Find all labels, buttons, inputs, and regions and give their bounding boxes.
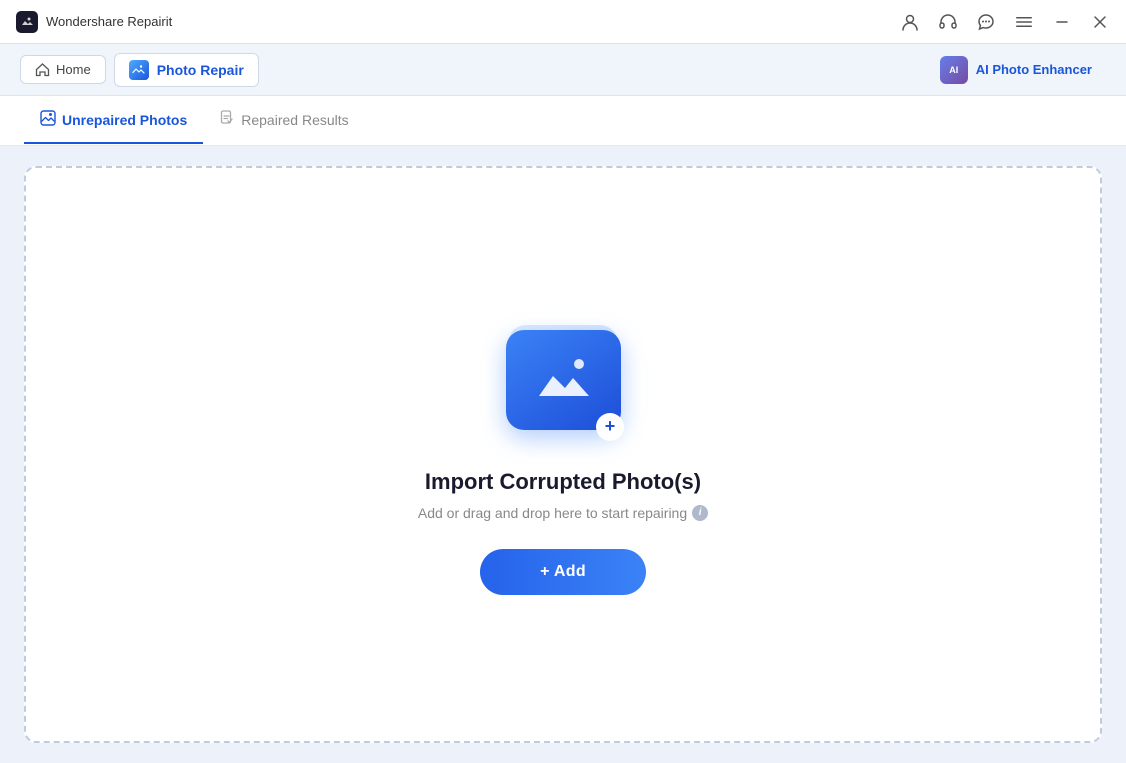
home-button[interactable]: Home xyxy=(20,55,106,84)
upload-icon-wrapper: + xyxy=(498,315,628,445)
import-subtitle-text: Add or drag and drop here to start repai… xyxy=(418,505,687,521)
drop-zone-wrapper: + Import Corrupted Photo(s) Add or drag … xyxy=(0,146,1126,763)
app-title: Wondershare Repairit xyxy=(46,14,172,29)
minimize-button[interactable] xyxy=(1052,12,1072,32)
photo-repair-tab[interactable]: Photo Repair xyxy=(114,53,259,87)
chat-icon[interactable] xyxy=(976,12,996,32)
import-subtitle: Add or drag and drop here to start repai… xyxy=(418,505,708,521)
nav-right: AI AI Photo Enhancer xyxy=(926,50,1106,90)
nav-left: Home Photo Repair xyxy=(20,53,259,87)
add-button[interactable]: + Add xyxy=(480,549,646,595)
photo-repair-icon xyxy=(129,60,149,80)
tab-repaired[interactable]: Repaired Results xyxy=(203,98,364,144)
content-area: Unrepaired Photos Repaired Results xyxy=(0,96,1126,763)
app-icon xyxy=(16,11,38,33)
plus-badge: + xyxy=(596,413,624,441)
info-icon[interactable]: i xyxy=(692,505,708,521)
ai-enhancer-label: AI Photo Enhancer xyxy=(976,62,1092,77)
user-icon[interactable] xyxy=(900,12,920,32)
title-bar: Wondershare Repairit xyxy=(0,0,1126,44)
title-bar-left: Wondershare Repairit xyxy=(16,11,172,33)
repaired-tab-icon xyxy=(219,110,235,130)
unrepaired-tab-label: Unrepaired Photos xyxy=(62,112,187,128)
menu-icon[interactable] xyxy=(1014,12,1034,32)
title-bar-right xyxy=(900,12,1110,32)
headphones-icon[interactable] xyxy=(938,12,958,32)
ai-badge: AI xyxy=(940,56,968,84)
ai-enhancer-button[interactable]: AI AI Photo Enhancer xyxy=(926,50,1106,90)
nav-bar: Home Photo Repair AI AI Photo Enhancer xyxy=(0,44,1126,96)
unrepaired-tab-icon xyxy=(40,110,56,130)
import-title: Import Corrupted Photo(s) xyxy=(425,469,701,495)
home-label: Home xyxy=(56,62,91,77)
tab-unrepaired[interactable]: Unrepaired Photos xyxy=(24,98,203,144)
drop-zone[interactable]: + Import Corrupted Photo(s) Add or drag … xyxy=(24,166,1102,743)
close-button[interactable] xyxy=(1090,12,1110,32)
repaired-tab-label: Repaired Results xyxy=(241,112,348,128)
tabs-bar: Unrepaired Photos Repaired Results xyxy=(0,96,1126,146)
photo-repair-label: Photo Repair xyxy=(157,62,244,78)
